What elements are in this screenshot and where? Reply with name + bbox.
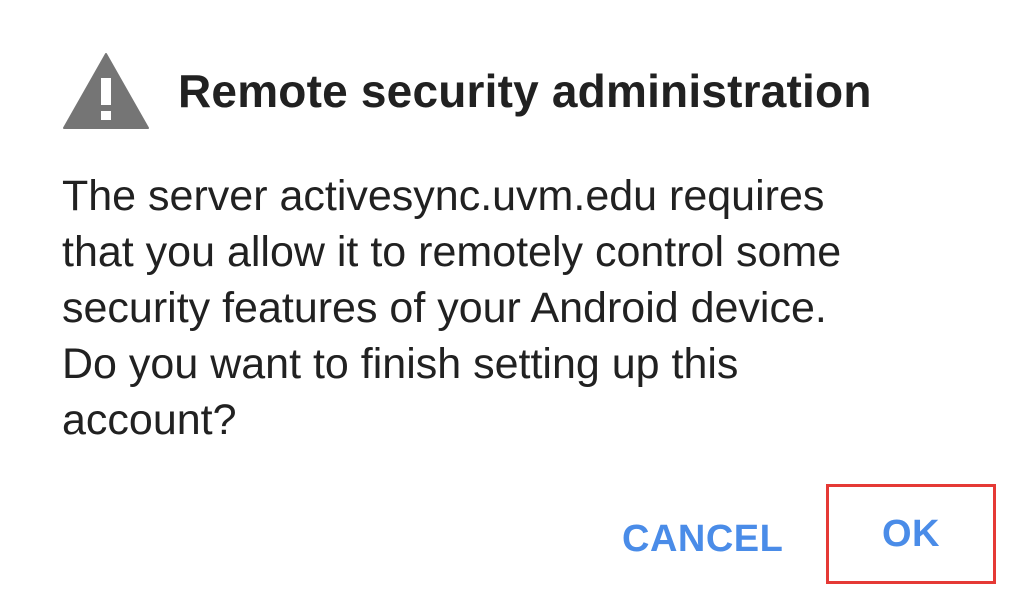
dialog-title: Remote security administration — [178, 65, 872, 117]
message-line: that you allow it to remotely control so… — [62, 228, 842, 276]
cancel-button[interactable]: CANCEL — [622, 518, 783, 561]
message-line: Do you want to finish setting up this — [62, 340, 739, 388]
message-line: The server activesync.uvm.edu requires — [62, 172, 825, 220]
dialog-message: The server activesync.uvm.edu requires t… — [62, 168, 962, 448]
dialog-header: Remote security administration — [62, 52, 872, 130]
message-line: security features of your Android device… — [62, 284, 827, 332]
ok-button[interactable]: OK — [826, 484, 996, 584]
dialog-actions: CANCEL OK — [0, 484, 1024, 588]
warning-triangle-icon — [63, 53, 149, 129]
security-dialog: Remote security administration The serve… — [0, 0, 1024, 614]
message-line: account? — [62, 396, 237, 444]
